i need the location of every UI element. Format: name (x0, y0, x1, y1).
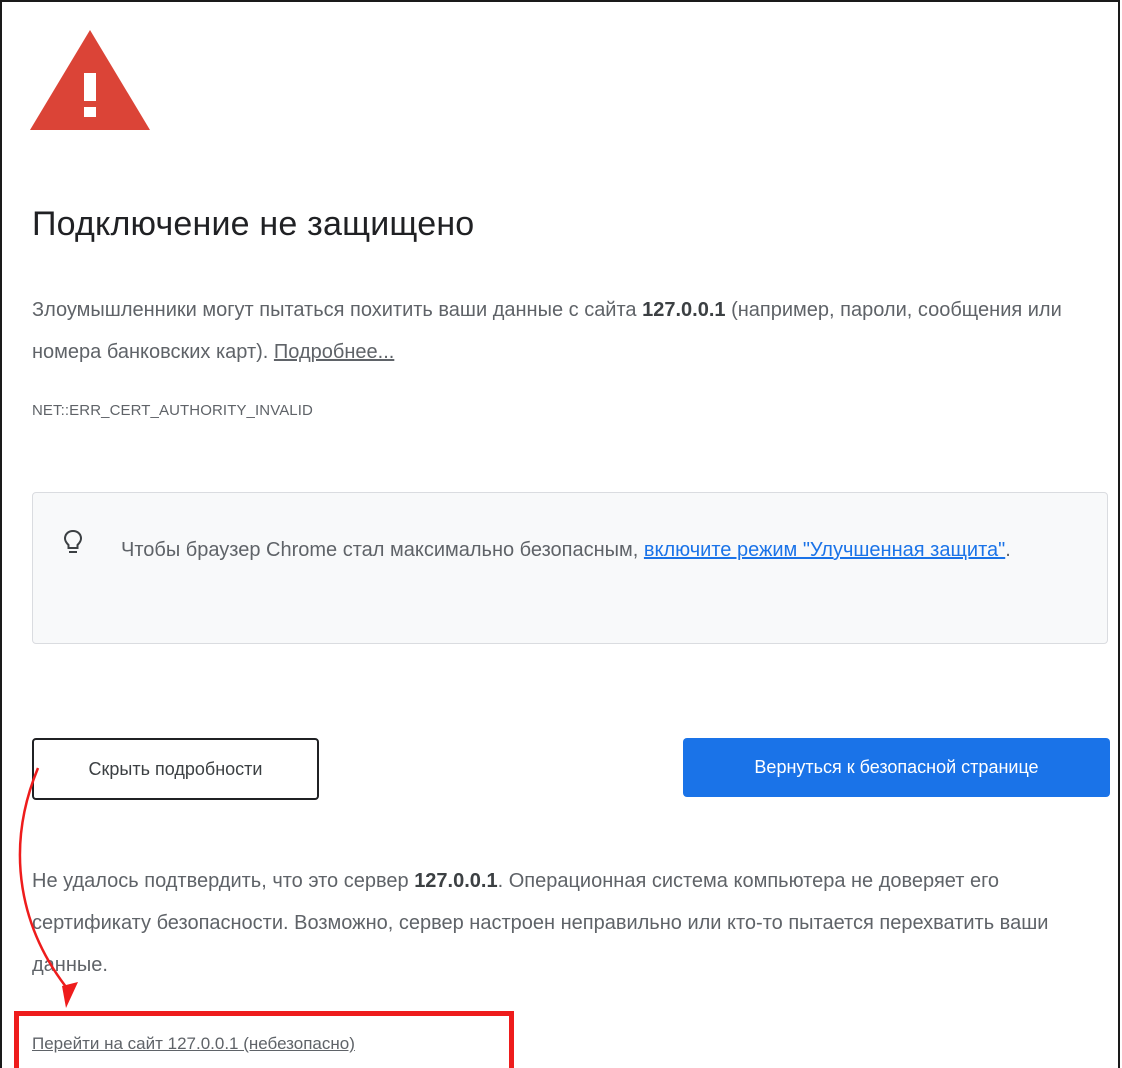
tip-text-start: Чтобы браузер Chrome стал максимально бе… (121, 539, 644, 561)
site-address: 127.0.0.1 (642, 299, 726, 321)
learn-more-link[interactable]: Подробнее... (274, 341, 394, 363)
tip-text: Чтобы браузер Chrome стал максимально бе… (121, 529, 1081, 571)
warning-description: Злоумышленники могут пытаться похитить в… (32, 289, 1112, 373)
error-code: NET::ERR_CERT_AUTHORITY_INVALID (32, 402, 313, 419)
hide-details-button[interactable]: Скрыть подробности (32, 738, 319, 800)
lightbulb-icon (63, 529, 83, 553)
page-title: Подключение не защищено (32, 205, 475, 243)
back-to-safety-button[interactable]: Вернуться к безопасной странице (683, 738, 1110, 797)
details-text-start: Не удалось подтвердить, что это сервер (32, 870, 415, 892)
proceed-unsafe-link[interactable]: Перейти на сайт 127.0.0.1 (небезопасно) (32, 1034, 355, 1054)
enable-enhanced-protection-link[interactable]: включите режим "Улучшенная защита" (644, 539, 1005, 561)
enhanced-protection-tip: Чтобы браузер Chrome стал максимально бе… (32, 492, 1108, 644)
description-text-start: Злоумышленники могут пытаться похитить в… (32, 299, 643, 321)
details-text: Не удалось подтвердить, что это сервер 1… (32, 860, 1112, 986)
warning-triangle-icon (30, 30, 150, 130)
tip-text-end: . (1005, 539, 1011, 561)
details-site-address: 127.0.0.1 (414, 870, 498, 892)
